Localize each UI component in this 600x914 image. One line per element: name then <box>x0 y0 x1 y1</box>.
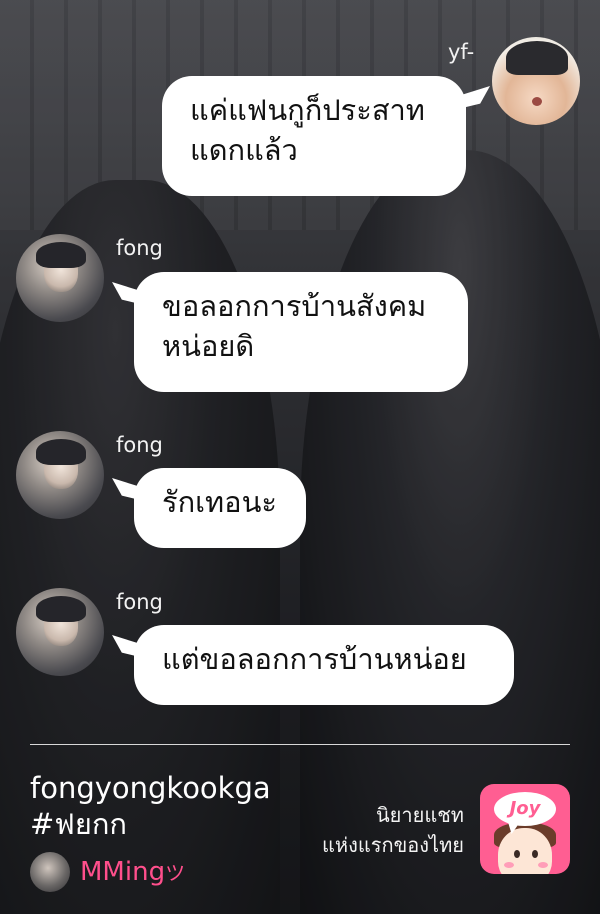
sender-name: fong <box>116 236 163 260</box>
sender-name: fong <box>116 590 163 614</box>
message-line: ขอลอกการบ้านสังคม <box>162 289 427 323</box>
tagline-line-2: แห่งแรกของไทย <box>322 833 464 857</box>
author-name: MMingツ <box>80 857 186 887</box>
sender-avatar-fong[interactable] <box>16 234 104 322</box>
message-bubble[interactable]: แต่ขอลอกการบ้านหน่อย <box>134 625 514 705</box>
message-line: หน่อยดิ <box>162 329 255 363</box>
joy-app-logo[interactable]: Joy <box>480 784 570 874</box>
sender-name: fong <box>116 433 163 457</box>
message-bubble[interactable]: ขอลอกการบ้านสังคม หน่อยดิ <box>134 272 468 392</box>
footer-divider <box>30 744 570 745</box>
sender-avatar-fong[interactable] <box>16 588 104 676</box>
story-hashtag: #ฟยกก <box>30 807 127 841</box>
story-title-block[interactable]: fongyongkookga #ฟยกก <box>30 770 271 842</box>
author-avatar <box>30 852 70 892</box>
message-line: แค่แฟนกูก็ประสาท <box>190 93 425 127</box>
author-link[interactable]: MMingツ <box>30 852 185 892</box>
message-bubble[interactable]: แค่แฟนกูก็ประสาท แดกแล้ว <box>162 76 466 196</box>
story-title: fongyongkookga <box>30 771 271 805</box>
tagline-line-1: นิยายแชท <box>376 803 464 827</box>
app-tagline: นิยายแชท แห่งแรกของไทย <box>322 800 464 860</box>
message-bubble[interactable]: รักเทอนะ <box>134 468 306 548</box>
message-line: แดกแล้ว <box>190 133 298 167</box>
sender-name: yf- <box>448 40 475 64</box>
message-line: แต่ขอลอกการบ้านหน่อย <box>162 642 467 676</box>
author-glyph: ツ <box>165 861 186 885</box>
message-line: รักเทอนะ <box>162 485 277 519</box>
joy-logo-text: Joy <box>494 792 556 826</box>
sender-avatar-yf[interactable] <box>492 37 580 125</box>
sender-avatar-fong[interactable] <box>16 431 104 519</box>
